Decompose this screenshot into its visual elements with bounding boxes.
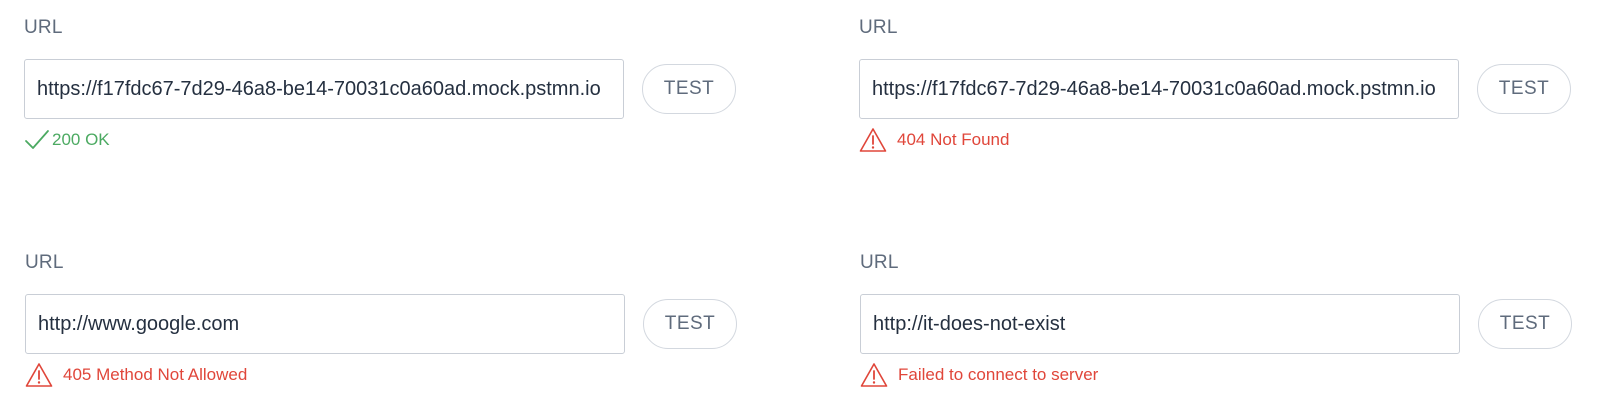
url-input[interactable] — [860, 294, 1460, 354]
status-message: 404 Not Found — [859, 126, 1009, 154]
status-message: Failed to connect to server — [860, 361, 1098, 389]
test-button[interactable]: TEST — [642, 64, 736, 114]
status-message: 200 OK — [24, 126, 110, 154]
warning-icon — [859, 127, 887, 153]
url-test-panel-not-found: URL TEST 404 Not Found — [859, 16, 1579, 166]
url-input[interactable] — [859, 59, 1459, 119]
url-test-panel-method-not-allowed: URL TEST 405 Method Not Allowed — [25, 251, 745, 401]
url-field-label: URL — [859, 17, 898, 38]
test-button[interactable]: TEST — [1477, 64, 1571, 114]
url-field-label: URL — [25, 252, 64, 273]
status-text: 404 Not Found — [897, 130, 1010, 149]
test-button[interactable]: TEST — [1478, 299, 1572, 349]
url-test-panel-success: URL TEST 200 OK — [24, 16, 744, 166]
url-input[interactable] — [24, 59, 624, 119]
url-test-panel-connection-failed: URL TEST Failed to connect to server — [860, 251, 1580, 401]
check-icon — [24, 129, 50, 151]
url-field-label: URL — [24, 17, 63, 38]
url-input[interactable] — [25, 294, 625, 354]
url-field-label: URL — [860, 252, 899, 273]
test-button[interactable]: TEST — [643, 299, 737, 349]
status-text: Failed to connect to server — [898, 365, 1099, 384]
status-message: 405 Method Not Allowed — [25, 361, 247, 389]
status-text: 200 OK — [52, 130, 110, 149]
status-text: 405 Method Not Allowed — [63, 365, 248, 384]
warning-icon — [25, 362, 53, 388]
warning-icon — [860, 362, 888, 388]
